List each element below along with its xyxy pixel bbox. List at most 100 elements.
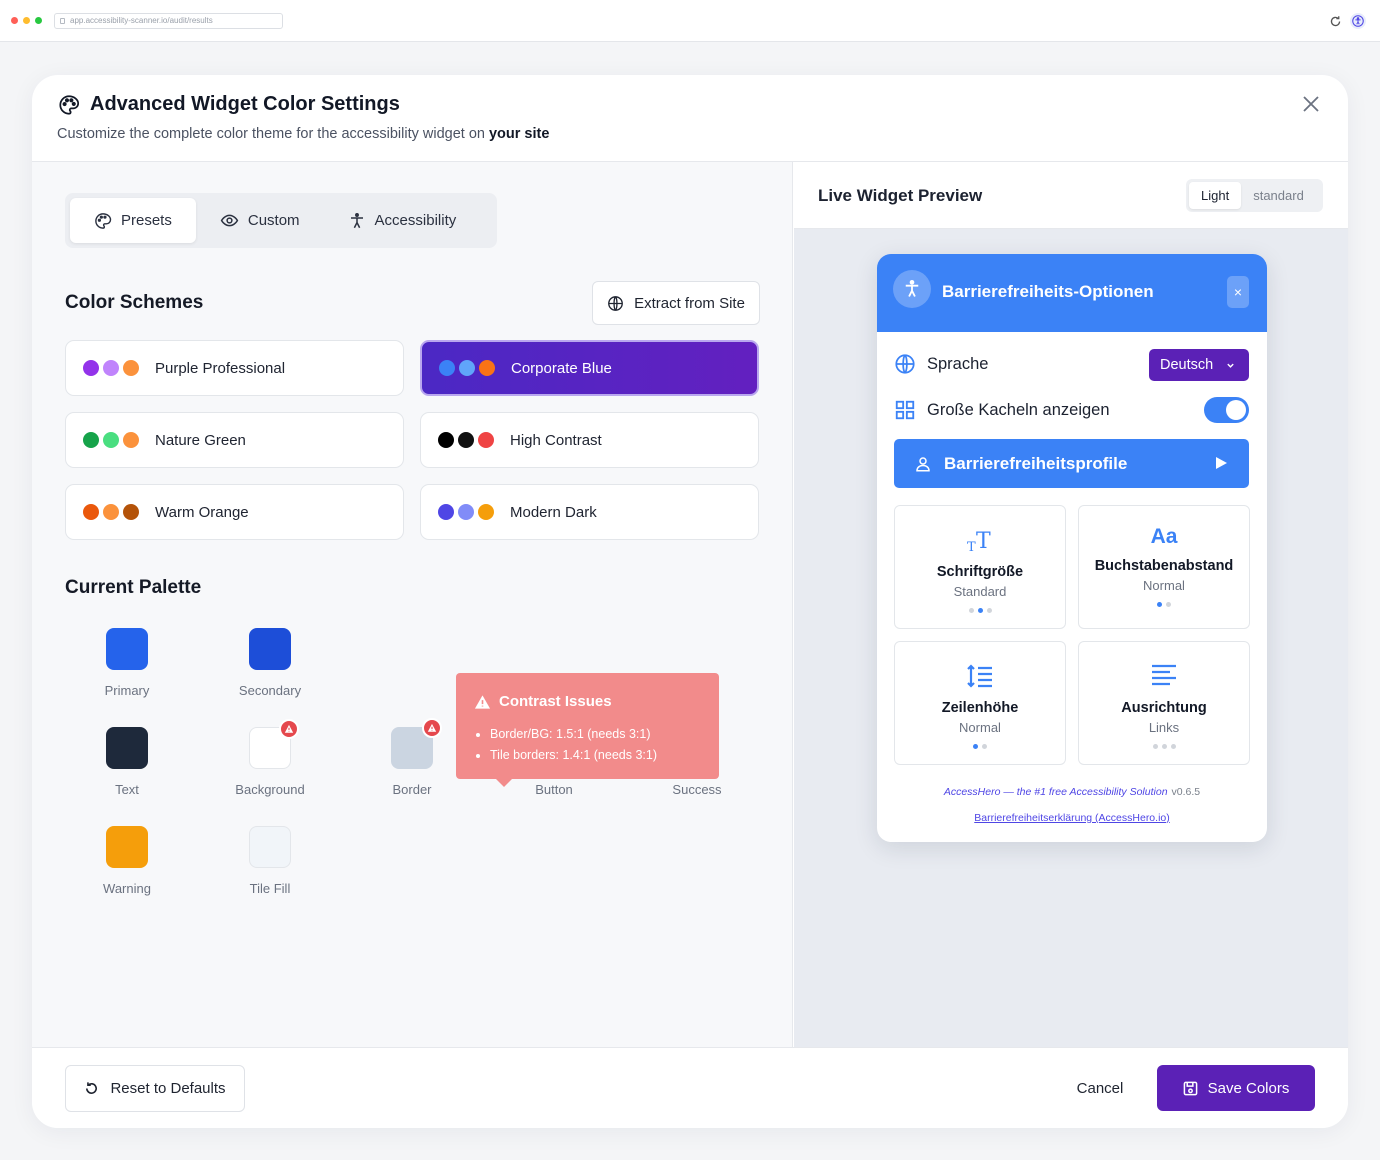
globe-icon bbox=[895, 354, 915, 374]
swatch-name: Tile Fill bbox=[249, 881, 291, 896]
scheme-label: Warm Orange bbox=[155, 503, 249, 521]
swatch-color[interactable] bbox=[249, 719, 299, 769]
tile-line-height[interactable]: Zeilenhöhe Normal bbox=[894, 641, 1066, 765]
modal-title: Advanced Widget Color Settings bbox=[90, 93, 400, 115]
scheme-label: High Contrast bbox=[510, 431, 602, 449]
scheme-label: Nature Green bbox=[155, 431, 246, 449]
scheme-swatches bbox=[438, 504, 494, 520]
align-left-icon bbox=[1079, 660, 1249, 692]
tile-value: Normal bbox=[1143, 578, 1185, 593]
accessibility-extension-icon[interactable] bbox=[1350, 13, 1366, 29]
contrast-issues-tooltip: Contrast Issues Border/BG: 1.5:1 (needs … bbox=[456, 673, 719, 787]
swatch-color[interactable] bbox=[391, 718, 442, 769]
swatch-color[interactable] bbox=[106, 628, 148, 670]
swatch-color[interactable] bbox=[249, 826, 291, 868]
text-size-icon: TT bbox=[895, 524, 1065, 556]
tab-presets[interactable]: Presets bbox=[70, 198, 196, 243]
tile-name: Schriftgröße bbox=[936, 564, 1024, 580]
tile-letter-spacing[interactable]: Aa Buchstabenabstand Normal bbox=[1078, 505, 1250, 629]
preview-header: Live Widget Preview Light standard bbox=[794, 162, 1348, 229]
accessibility-widget-preview: Barrierefreiheits-Optionen × Sprache Deu… bbox=[877, 254, 1267, 842]
line-height-icon bbox=[895, 660, 1065, 692]
modal-subtitle: Customize the complete color theme for t… bbox=[57, 126, 550, 142]
tile-name: Ausrichtung bbox=[1121, 700, 1207, 716]
scheme-modern-dark[interactable]: Modern Dark bbox=[420, 484, 759, 540]
tile-name: Zeilenhöhe bbox=[941, 700, 1019, 716]
tile-alignment[interactable]: Ausrichtung Links bbox=[1078, 641, 1250, 765]
warning-icon bbox=[422, 718, 442, 738]
reset-to-defaults-button[interactable]: Reset to Defaults bbox=[65, 1065, 245, 1112]
color-settings-modal: Advanced Widget Color Settings Customize… bbox=[32, 75, 1348, 1128]
maximize-window-dot[interactable] bbox=[35, 17, 42, 24]
svg-text:T: T bbox=[967, 540, 976, 554]
letter-spacing-icon: Aa bbox=[1079, 522, 1249, 552]
save-icon bbox=[1183, 1081, 1197, 1095]
accessibility-statement-link[interactable]: Barrierefreiheitserklärung (AccessHero.i… bbox=[877, 812, 1267, 824]
swatch-text[interactable]: Text bbox=[56, 727, 198, 797]
lock-icon bbox=[60, 18, 65, 24]
tile-level-dots bbox=[895, 608, 1065, 613]
swatch-name: Primary bbox=[104, 683, 150, 698]
tab-accessibility[interactable]: Accessibility bbox=[324, 198, 481, 243]
modal-footer: Reset to Defaults Cancel Save Colors bbox=[32, 1047, 1348, 1128]
reload-icon[interactable] bbox=[1327, 13, 1343, 29]
preview-mode-toggle: Light standard bbox=[1186, 179, 1323, 212]
modal-header: Advanced Widget Color Settings Customize… bbox=[32, 75, 1348, 162]
scheme-swatches bbox=[438, 432, 494, 448]
swatch-warning[interactable]: Warning bbox=[56, 826, 198, 896]
url-bar[interactable]: app.accessibility-scanner.io/audit/resul… bbox=[54, 13, 283, 29]
swatch-primary[interactable]: Primary bbox=[56, 628, 198, 698]
scheme-label: Corporate Blue bbox=[511, 359, 612, 377]
save-colors-button[interactable]: Save Colors bbox=[1157, 1065, 1315, 1111]
swatch-secondary[interactable]: Secondary bbox=[199, 628, 341, 698]
tile-name: Buchstabenabstand bbox=[1094, 558, 1234, 574]
scheme-purple-professional[interactable]: Purple Professional bbox=[65, 340, 404, 396]
tab-custom[interactable]: Custom bbox=[196, 198, 324, 243]
large-tiles-toggle[interactable] bbox=[1204, 397, 1249, 423]
reset-label: Reset to Defaults bbox=[110, 1080, 226, 1097]
scheme-high-contrast[interactable]: High Contrast bbox=[420, 412, 759, 468]
swatch-name: Background bbox=[235, 782, 305, 797]
tooltip-title: Contrast Issues bbox=[499, 693, 612, 710]
scheme-warm-orange[interactable]: Warm Orange bbox=[65, 484, 404, 540]
tile-level-dots bbox=[1079, 744, 1249, 749]
url-text: app.accessibility-scanner.io/audit/resul… bbox=[70, 16, 213, 25]
swatch-tile-fill[interactable]: Tile Fill bbox=[199, 826, 341, 896]
preview-title: Live Widget Preview bbox=[818, 186, 983, 205]
widget-title: Barrierefreiheits-Optionen bbox=[942, 282, 1154, 301]
widget-header: Barrierefreiheits-Optionen × bbox=[877, 254, 1267, 332]
close-window-dot[interactable] bbox=[11, 17, 18, 24]
contrast-issue-item: Tile borders: 1.4:1 (needs 3:1) bbox=[490, 745, 701, 766]
language-select[interactable]: Deutsch bbox=[1149, 349, 1249, 381]
scheme-corporate-blue[interactable]: Corporate Blue bbox=[420, 340, 759, 396]
settings-tabs: Presets Custom Accessibility bbox=[65, 193, 497, 248]
mode-light[interactable]: Light bbox=[1189, 182, 1242, 209]
mode-standard[interactable]: standard bbox=[1241, 182, 1316, 209]
tile-level-dots bbox=[1079, 602, 1249, 607]
branding-text: AccessHero — the #1 free Accessibility S… bbox=[943, 786, 1168, 798]
user-icon bbox=[916, 456, 930, 471]
tile-value: Links bbox=[1148, 720, 1180, 735]
swatch-color[interactable] bbox=[106, 826, 148, 868]
tab-label: Accessibility bbox=[374, 212, 457, 229]
swatch-name: Text bbox=[115, 782, 139, 797]
minimize-window-dot[interactable] bbox=[23, 17, 30, 24]
cancel-button[interactable]: Cancel bbox=[1062, 1065, 1138, 1112]
swatch-background[interactable]: Background bbox=[199, 719, 341, 797]
settings-panel: Presets Custom Accessibility Color Schem… bbox=[32, 162, 793, 1047]
palette-icon bbox=[59, 95, 80, 115]
scheme-nature-green[interactable]: Nature Green bbox=[65, 412, 404, 468]
tile-level-dots bbox=[895, 744, 1065, 749]
accessibility-person-icon bbox=[893, 270, 931, 308]
swatch-color[interactable] bbox=[249, 628, 291, 670]
tile-font-size[interactable]: TT Schriftgröße Standard bbox=[894, 505, 1066, 629]
extract-from-site-button[interactable]: Extract from Site bbox=[592, 281, 760, 325]
swatch-color[interactable] bbox=[106, 727, 148, 769]
accessibility-profiles-button[interactable]: Barrierefreiheitsprofile bbox=[894, 439, 1249, 488]
scheme-label: Purple Professional bbox=[155, 359, 286, 377]
close-icon[interactable] bbox=[1300, 93, 1322, 115]
widget-close-button[interactable]: × bbox=[1227, 276, 1249, 308]
globe-icon bbox=[608, 295, 623, 311]
save-label: Save Colors bbox=[1207, 1079, 1290, 1097]
letter-spacing-glyph: Aa bbox=[1150, 525, 1178, 548]
